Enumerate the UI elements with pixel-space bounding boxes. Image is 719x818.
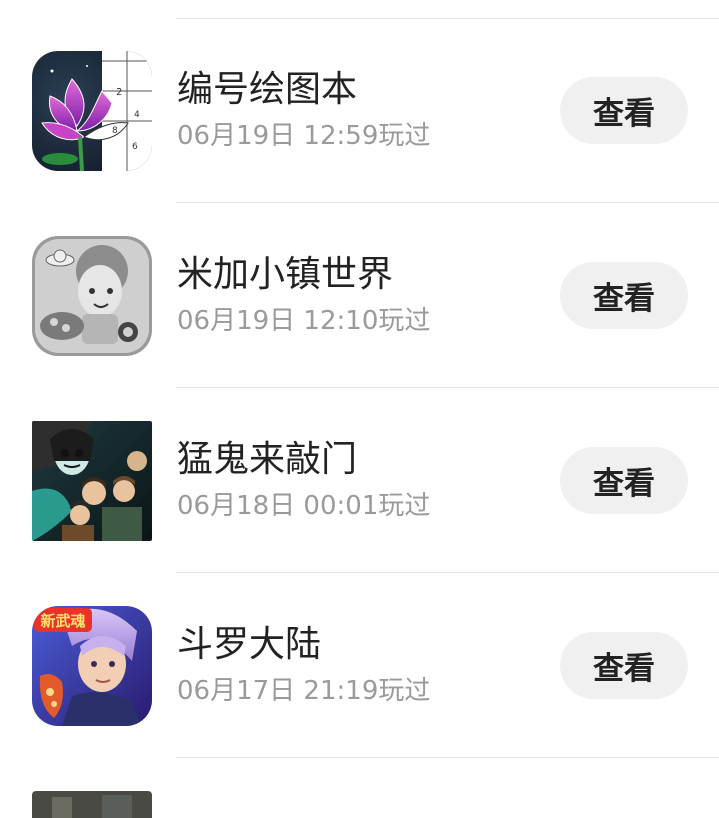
game-title: 编号绘图本	[177, 69, 358, 110]
last-played-time: 06月19日 12:59玩过	[177, 121, 431, 151]
game-title: 米加小镇世界	[177, 254, 394, 295]
svg-text:8: 8	[112, 126, 118, 136]
lotus-coloring-icon[interactable]: 2 4 8 6	[32, 51, 152, 171]
douluo-hero-icon[interactable]: 新武魂	[32, 606, 152, 726]
view-button[interactable]: 查看	[560, 632, 688, 699]
game-title: 斗罗大陆	[177, 624, 322, 665]
svg-text:6: 6	[132, 142, 138, 152]
list-item[interactable]: 2 4 8 6 编号绘图本 06月19日 12:59玩过 查看	[0, 18, 719, 203]
list-item[interactable]: 猛鬼来敲门 06月18日 00:01玩过 查看	[0, 388, 719, 573]
last-played-time: 06月19日 12:10玩过	[177, 306, 431, 336]
view-button[interactable]: 查看	[560, 447, 688, 514]
game-title: 猛鬼来敲门	[177, 439, 358, 480]
svg-text:4: 4	[134, 110, 140, 120]
view-button[interactable]: 查看	[560, 262, 688, 329]
svg-text:2: 2	[116, 87, 122, 98]
ghost-knock-icon[interactable]	[32, 421, 152, 541]
new-badge-label: 新武魂	[40, 612, 85, 630]
partial-game-icon[interactable]	[32, 791, 152, 818]
recently-played-list: 2 4 8 6 编号绘图本 06月19日 12:59玩过 查看 米加小镇世界 0…	[0, 18, 719, 818]
toca-world-grayscale-icon[interactable]	[32, 236, 152, 356]
list-item[interactable]: 新武魂 斗罗大陆 06月17日 21:19玩过 查看	[0, 573, 719, 758]
last-played-time: 06月18日 00:01玩过	[177, 491, 431, 521]
list-item[interactable]	[0, 758, 719, 818]
list-item[interactable]: 米加小镇世界 06月19日 12:10玩过 查看	[0, 203, 719, 388]
last-played-time: 06月17日 21:19玩过	[177, 676, 431, 706]
view-button[interactable]: 查看	[560, 77, 688, 144]
